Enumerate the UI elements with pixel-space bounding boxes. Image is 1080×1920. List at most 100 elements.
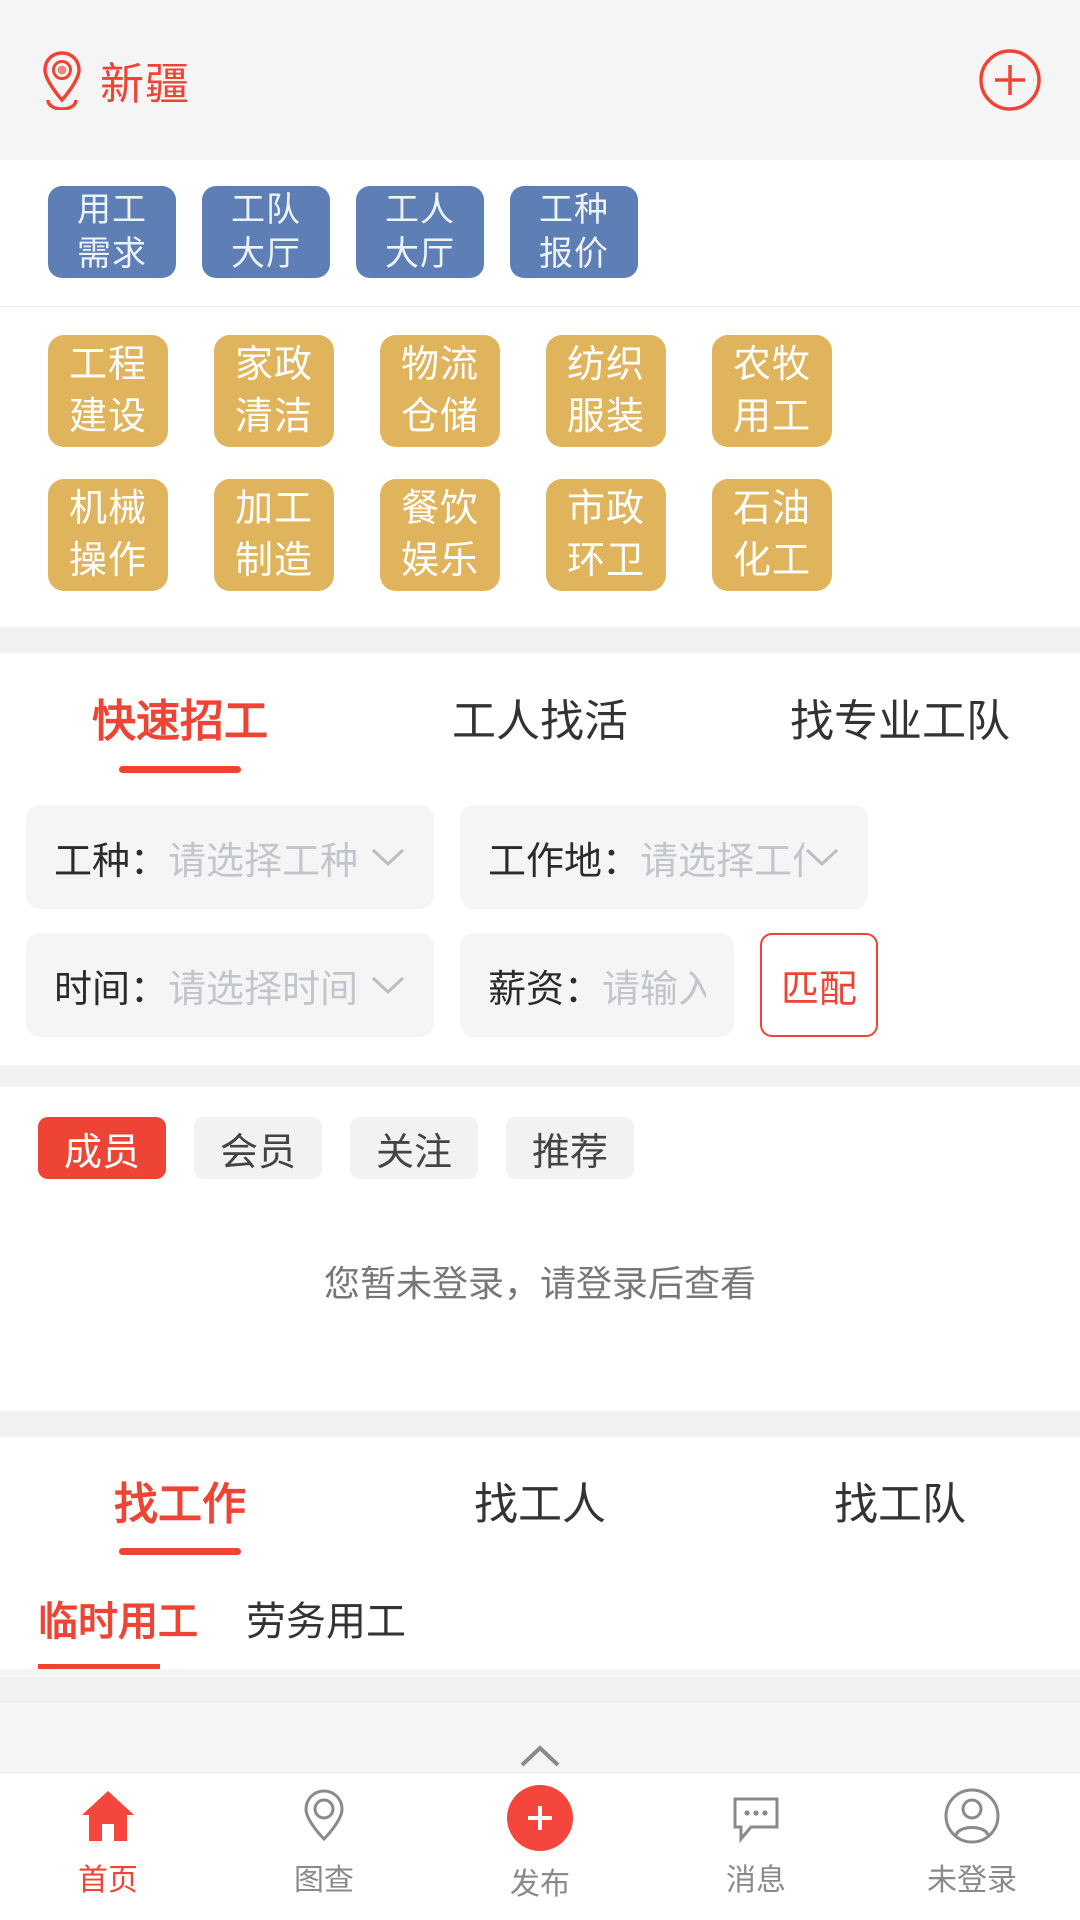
chevron-down-icon (370, 974, 406, 996)
category-municipal-sanitation[interactable]: 市政 环卫 (546, 479, 666, 591)
category-line1: 家政 (234, 344, 313, 386)
category-line2: 娱乐 (400, 540, 479, 582)
category-line2: 环卫 (566, 540, 645, 582)
tab-find-team[interactable]: 找工队 (720, 1437, 1080, 1563)
subtab-active-indicator (38, 1664, 160, 1669)
tab-worker-find-job[interactable]: 工人找活 (360, 653, 720, 781)
nav-label: 首页 (78, 1864, 138, 1897)
subtab-temporary-labor[interactable]: 临时用工 (38, 1589, 198, 1669)
empty-state-message: 您暂未登录，请登录后查看 (0, 1179, 1080, 1411)
tab-label: 找专业工队 (790, 697, 1010, 746)
location-label: 新疆 (100, 60, 190, 109)
plus-circle-icon[interactable] (978, 48, 1042, 112)
chevron-up-icon (518, 1743, 562, 1774)
nav-account[interactable]: 未登录 (864, 1785, 1080, 1899)
work-place-value: 请选择工作... (640, 840, 804, 883)
category-textile-apparel[interactable]: 纺织 服装 (546, 335, 666, 447)
category-agriculture-livestock[interactable]: 农牧 用工 (712, 335, 832, 447)
nav-publish[interactable]: 发布 (432, 1745, 648, 1903)
category-line1: 物流 (400, 344, 479, 386)
category-line2: 清洁 (234, 396, 313, 438)
category-line1: 餐饮 (400, 488, 479, 530)
tab-find-work[interactable]: 找工作 (0, 1437, 360, 1563)
nav-messages[interactable]: 消息 (648, 1785, 864, 1899)
category-catering-entertainment[interactable]: 餐饮 娱乐 (380, 479, 500, 591)
time-select[interactable]: 时间： 请选择时间 (26, 933, 434, 1037)
category-engineering-construction[interactable]: 工程 建设 (48, 335, 168, 447)
search-form-row-1: 工种： 请选择工种 工作地： 请选择工作... (26, 805, 1054, 909)
nav-label: 消息 (726, 1864, 786, 1897)
quick-link-team-hall[interactable]: 工队 大厅 (202, 186, 330, 278)
category-processing-manufacturing[interactable]: 加工 制造 (214, 479, 334, 591)
secondary-tab-bar: 找工作 找工人 找工队 (0, 1437, 1080, 1563)
subtab-labor-service[interactable]: 劳务用工 (246, 1589, 406, 1669)
nav-home[interactable]: 首页 (0, 1785, 216, 1899)
category-line2: 化工 (732, 540, 811, 582)
location-selector[interactable]: 新疆 (38, 48, 190, 112)
category-machinery-operation[interactable]: 机械 操作 (48, 479, 168, 591)
chip-member-staff[interactable]: 成员 (38, 1117, 167, 1179)
category-row-2: 机械 操作 加工 制造 餐饮 娱乐 市政 环卫 石油 化工 (0, 479, 1080, 591)
tab-active-indicator (119, 1548, 241, 1555)
quick-link-line1: 工人 (385, 191, 455, 229)
tab-active-indicator (119, 766, 241, 773)
nav-label: 发布 (510, 1868, 570, 1901)
quick-links-row: 用工 需求 工队 大厅 工人 大厅 工种 报价 (48, 186, 1080, 278)
map-pin-icon (293, 1785, 355, 1847)
category-line2: 建设 (68, 396, 147, 438)
section-gap (0, 1065, 1080, 1087)
nav-map-search[interactable]: 图查 (216, 1785, 432, 1899)
app-header: 新疆 (0, 0, 1080, 160)
category-line1: 农牧 (732, 344, 811, 386)
section-gap (0, 627, 1080, 653)
category-line2: 制造 (234, 540, 313, 582)
quick-links-section: 用工 需求 工队 大厅 工人 大厅 工种 报价 (0, 160, 1080, 306)
tab-active-indicator (479, 1548, 601, 1555)
work-place-select[interactable]: 工作地： 请选择工作... (460, 805, 868, 909)
bottom-navigation: 首页 图查 发布 消息 未登录 (0, 1745, 1080, 1920)
match-button[interactable]: 匹配 (760, 933, 878, 1037)
list-placeholder-strip (0, 1677, 1080, 1703)
search-form: 工种： 请选择工种 工作地： 请选择工作... 时间： 请选择时间 (0, 781, 1080, 1065)
category-line2: 服装 (566, 396, 645, 438)
quick-link-job-quote[interactable]: 工种 报价 (510, 186, 638, 278)
category-line1: 加工 (234, 488, 313, 530)
home-icon (77, 1785, 139, 1847)
quick-link-labor-demand[interactable]: 用工 需求 (48, 186, 176, 278)
salary-value: 请输入薪资 (602, 968, 706, 1011)
category-line1: 纺织 (566, 344, 645, 386)
job-type-label: 工种： (54, 840, 169, 883)
chip-following[interactable]: 关注 (350, 1117, 479, 1179)
plus-publish-icon[interactable] (507, 1785, 573, 1851)
category-petroleum-chemical[interactable]: 石油 化工 (712, 479, 832, 591)
chip-recommended[interactable]: 推荐 (506, 1117, 635, 1179)
quick-link-worker-hall[interactable]: 工人 大厅 (356, 186, 484, 278)
chip-vip-member[interactable]: 会员 (194, 1117, 323, 1179)
tab-quick-recruit[interactable]: 快速招工 (0, 653, 360, 781)
quick-link-line2: 大厅 (385, 235, 455, 273)
salary-input[interactable]: 薪资： 请输入薪资 (460, 933, 734, 1037)
tab-find-pro-team[interactable]: 找专业工队 (720, 653, 1080, 781)
job-type-select[interactable]: 工种： 请选择工种 (26, 805, 434, 909)
subtab-label: 劳务用工 (246, 1600, 406, 1644)
category-logistics-warehousing[interactable]: 物流 仓储 (380, 335, 500, 447)
tab-find-worker[interactable]: 找工人 (360, 1437, 720, 1563)
tab-active-indicator (479, 766, 601, 773)
tab-label: 快速招工 (92, 697, 268, 746)
tab-label: 找工作 (114, 1480, 246, 1529)
nav-label: 未登录 (927, 1864, 1017, 1897)
category-housekeeping-cleaning[interactable]: 家政 清洁 (214, 335, 334, 447)
tab-label: 找工人 (474, 1480, 606, 1529)
tab-label: 找工队 (834, 1480, 966, 1529)
tab-label: 工人找活 (452, 697, 628, 746)
quick-link-line2: 大厅 (231, 235, 301, 273)
category-line1: 石油 (732, 488, 811, 530)
category-line2: 用工 (732, 396, 811, 438)
subtab-active-indicator (246, 1664, 368, 1669)
location-pin-icon (38, 50, 86, 111)
category-row-1: 工程 建设 家政 清洁 物流 仓储 纺织 服装 农牧 用工 (0, 335, 1080, 447)
user-avatar-icon (941, 1785, 1003, 1847)
nav-label: 图查 (294, 1864, 354, 1897)
category-grid-section: 工程 建设 家政 清洁 物流 仓储 纺织 服装 农牧 用工 机械 操作 加工 制… (0, 307, 1080, 627)
quick-link-line1: 工队 (231, 191, 301, 229)
